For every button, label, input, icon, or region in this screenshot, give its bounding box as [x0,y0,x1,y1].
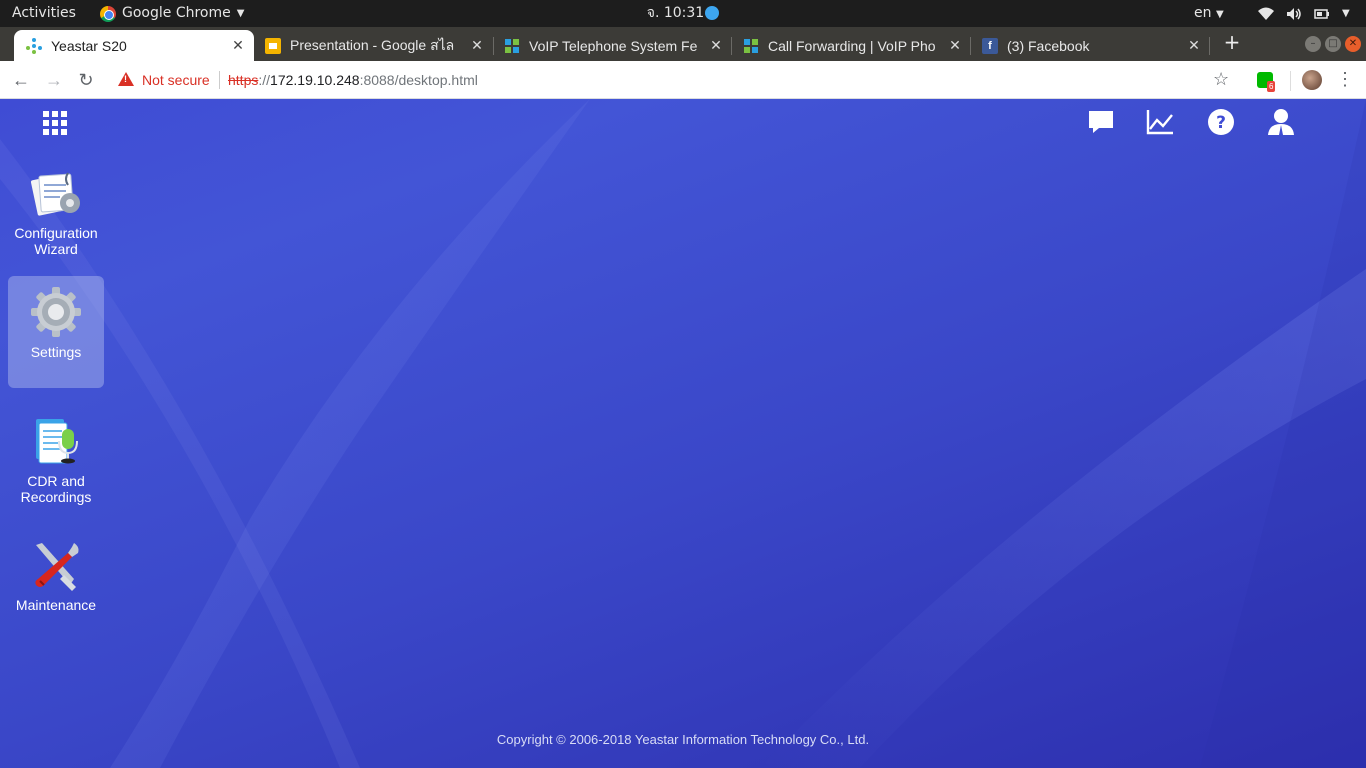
tab-presentation[interactable]: Presentation - Google สไล ✕ [253,30,493,61]
app-label: Maintenance [15,597,97,613]
tab-separator [1209,37,1210,55]
copyright-footer: Copyright © 2006-2018 Yeastar Informatio… [496,732,870,747]
url-scheme: https [228,72,259,88]
tab-voip-telephone[interactable]: VoIP Telephone System Fe ✕ [492,30,732,61]
close-tab-icon[interactable]: ✕ [469,37,485,54]
chevron-down-icon: ▼ [1342,8,1350,19]
cdr-recordings-icon [28,415,84,467]
chevron-down-icon: ▼ [1215,9,1224,20]
facebook-icon: f [982,37,998,54]
volume-icon [1287,7,1301,20]
battery-icon [1314,8,1329,19]
wifi-icon [1258,7,1274,20]
yeastar-icon [26,37,42,54]
app-menu-button[interactable]: Google Chrome ▼ [100,0,244,27]
close-tab-icon[interactable]: ✕ [230,37,246,54]
maintenance-app[interactable]: Maintenance [8,529,104,641]
tab-title: Presentation - Google สไล [290,36,455,53]
language-indicator[interactable]: en ▼ [1194,0,1224,27]
profile-avatar[interactable] [1302,70,1322,90]
system-top-bar: Activities Google Chrome ▼ จ. 10:31 en ▼… [0,0,1366,27]
bookmark-star-icon[interactable]: ☆ [1213,69,1229,90]
minimize-window-button[interactable]: – [1305,36,1321,52]
chevron-down-icon: ▼ [236,8,245,19]
voip-site-icon [504,38,520,54]
tab-facebook[interactable]: f (3) Facebook ✕ [970,30,1210,61]
message-icon[interactable] [1087,108,1115,136]
app-label: Settings [30,344,82,360]
settings-gear-icon [28,286,84,338]
new-tab-button[interactable]: + [1222,30,1242,54]
app-label: CDR and [27,473,85,489]
system-menu[interactable]: ▼ [1258,0,1350,27]
address-bar[interactable]: https://172.19.10.248:8088/desktop.html [228,72,478,88]
tab-call-forwarding[interactable]: Call Forwarding | VoIP Pho ✕ [731,30,971,61]
close-tab-icon[interactable]: ✕ [1186,37,1202,54]
app-label: Recordings [20,489,92,505]
browser-toolbar: ← → ↻ Not secure https://172.19.10.248:8… [0,61,1366,99]
background-streaks [0,99,1366,768]
tab-title: VoIP Telephone System Fe [529,37,698,54]
help-icon[interactable]: ? [1207,108,1235,136]
tab-strip: Yeastar S20 ✕ Presentation - Google สไล … [0,27,1366,61]
google-slides-icon [265,37,281,54]
chrome-logo-icon [100,5,116,22]
cdr-recordings-app[interactable]: CDR and Recordings [8,405,104,517]
language-label: en [1194,5,1212,21]
clock-label[interactable]: จ. 10:31 [647,5,704,21]
voip-site-icon [743,38,759,54]
user-account-icon[interactable] [1267,108,1295,136]
svg-text:?: ? [1216,113,1226,133]
tab-title: (3) Facebook [1007,37,1090,54]
configuration-wizard-app[interactable]: Configuration Wizard [8,157,104,269]
close-tab-icon[interactable]: ✕ [947,37,963,54]
app-label: Configuration [14,225,98,241]
tab-title: Yeastar S20 [51,37,127,54]
not-secure-label[interactable]: Not secure [142,72,210,88]
reload-icon[interactable]: ↻ [75,69,97,91]
activities-button[interactable]: Activities [12,0,76,27]
close-window-button[interactable]: ✕ [1345,36,1361,52]
app-label: Wizard [34,241,78,257]
pbx-desktop: ? Configuration Wizard Settings CDR and … [0,99,1366,768]
kebab-menu-icon[interactable]: ⋮ [1336,69,1354,90]
statistics-chart-icon[interactable] [1146,108,1174,136]
settings-app[interactable]: Settings [8,276,104,388]
configuration-wizard-icon [28,167,84,219]
url-host: 172.19.10.248 [270,72,360,88]
tab-title: Call Forwarding | VoIP Pho [768,37,936,54]
warning-triangle-icon[interactable] [118,72,134,86]
tab-yeastar-s20[interactable]: Yeastar S20 ✕ [14,30,254,61]
app-menu-label: Google Chrome [122,5,231,21]
toolbar-divider [1290,71,1291,91]
forward-arrow-icon[interactable]: → [43,69,65,91]
omnibox-divider [219,71,220,89]
maximize-window-button[interactable]: □ [1325,36,1341,52]
app-launcher-grid-icon[interactable] [43,111,67,135]
notification-chat-icon [705,6,720,20]
back-arrow-icon[interactable]: ← [10,69,32,91]
extension-badge: 6 [1267,81,1276,92]
url-separator: :// [258,72,271,88]
close-tab-icon[interactable]: ✕ [708,37,724,54]
url-path: :8088/desktop.html [359,72,478,88]
maintenance-tools-icon [28,539,84,591]
